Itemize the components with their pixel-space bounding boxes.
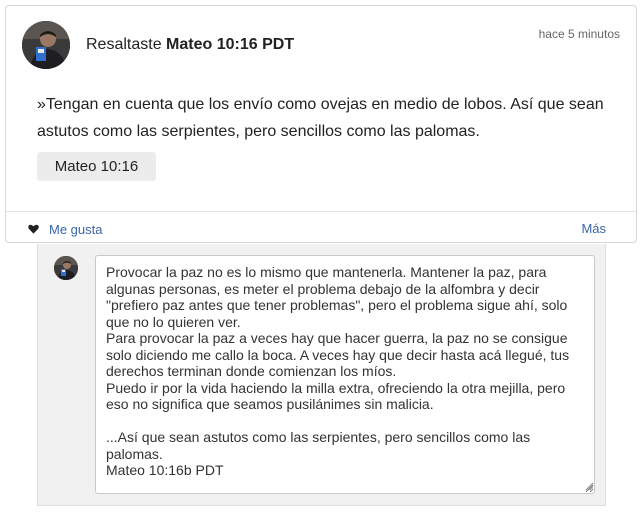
verse-reference-chip[interactable]: Mateo 10:16	[37, 152, 156, 181]
action-text: Resaltaste	[86, 36, 167, 53]
highlight-header: Resaltaste Mateo 10:16 PDT	[86, 36, 294, 54]
user-avatar[interactable]	[22, 21, 70, 69]
comment-panel: Provocar la paz no es lo mismo que mante…	[37, 244, 606, 506]
like-label: Me gusta	[49, 221, 103, 237]
commenter-avatar	[54, 256, 78, 280]
verse-reference-link[interactable]: Mateo 10:16 PDT	[166, 36, 294, 53]
resize-grip-icon[interactable]	[585, 482, 594, 491]
highlighted-verse: »Tengan en cuenta que los envío como ove…	[37, 96, 604, 140]
divider	[6, 211, 636, 212]
like-button[interactable]: Me gusta	[28, 221, 102, 237]
heart-icon	[28, 224, 39, 234]
comment-textarea[interactable]: Provocar la paz no es lo mismo que mante…	[95, 255, 595, 494]
highlight-card: Resaltaste Mateo 10:16 PDT hace 5 minuto…	[5, 5, 637, 243]
timestamp: hace 5 minutos	[538, 27, 620, 41]
more-button[interactable]: Más	[581, 221, 606, 236]
